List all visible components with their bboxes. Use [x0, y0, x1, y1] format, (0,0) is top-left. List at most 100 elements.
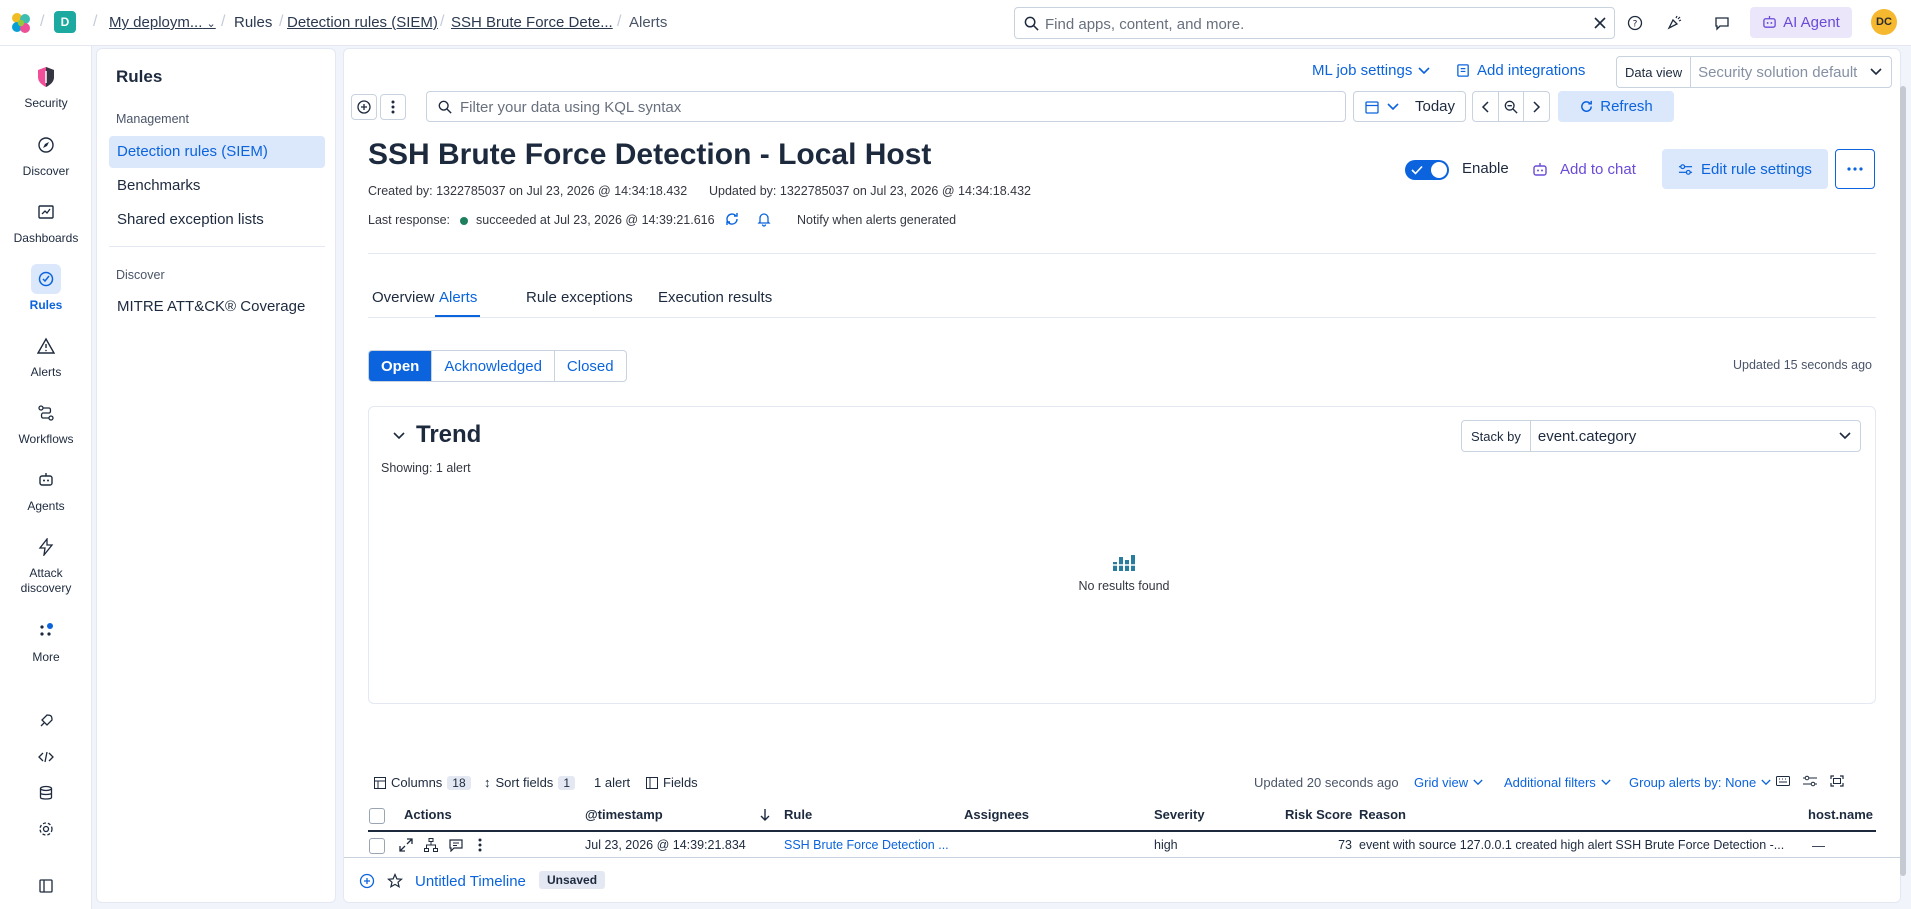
zoom-out-icon[interactable] [1499, 92, 1525, 121]
grid-view-button[interactable]: Grid view [1414, 775, 1483, 790]
sort-icon: ↕ [484, 775, 491, 790]
query-menu-button[interactable] [380, 94, 406, 120]
column-header-risk-score[interactable]: Risk Score [1285, 807, 1352, 822]
refresh-button[interactable]: Refresh [1558, 91, 1674, 122]
nav-alerts[interactable]: Alerts [0, 331, 92, 379]
column-header-rule[interactable]: Rule [784, 807, 812, 822]
dashboards-icon [31, 197, 61, 227]
alert-status-filter: Open Acknowledged Closed [368, 350, 627, 382]
row-checkbox[interactable] [369, 838, 385, 854]
notify-label: Notify when alerts generated [797, 213, 957, 227]
sec-item-benchmarks[interactable]: Benchmarks [109, 170, 325, 202]
vertical-dots-icon[interactable] [478, 838, 482, 852]
fields-button[interactable]: Fields [646, 775, 698, 790]
feedback-icon[interactable] [1710, 11, 1734, 35]
breadcrumb-deployment[interactable]: My deploym... ⌄ [109, 14, 216, 31]
breadcrumb-detection-rules[interactable]: Detection rules (SIEM) [287, 14, 438, 31]
star-icon[interactable] [387, 873, 403, 889]
tab-rule-exceptions[interactable]: Rule exceptions [526, 289, 633, 306]
add-filter-button[interactable] [351, 94, 377, 120]
add-to-chat-button[interactable]: Add to chat [1532, 161, 1636, 178]
collapse-nav-icon[interactable] [31, 871, 61, 901]
getting-started-icon[interactable] [31, 706, 61, 736]
nav-discover[interactable]: Discover [0, 130, 92, 178]
expand-icon[interactable] [399, 838, 413, 852]
plus-circle-icon[interactable] [359, 873, 375, 889]
display-settings-icon[interactable] [1803, 775, 1817, 787]
chevron-down-icon[interactable] [393, 432, 405, 440]
add-integrations-button[interactable]: Add integrations [1456, 62, 1585, 79]
column-header-host-name[interactable]: host.name [1808, 807, 1873, 822]
query-bar: Today Refresh [344, 84, 1900, 128]
stack-by-selector[interactable]: Stack by event.category [1461, 420, 1861, 452]
nav-rules[interactable]: Rules [0, 264, 92, 312]
help-icon[interactable]: ? [1623, 11, 1647, 35]
updated-by: Updated by: 1322785037 on Jul 23, 2026 @… [709, 184, 1031, 198]
column-header-severity[interactable]: Severity [1154, 807, 1205, 822]
close-icon[interactable] [1593, 16, 1607, 30]
analyze-event-icon[interactable] [424, 838, 438, 852]
columns-button[interactable]: Columns 18 [374, 775, 471, 790]
search-input[interactable] [1045, 13, 1565, 35]
enable-toggle[interactable] [1405, 160, 1449, 180]
refresh-icon[interactable] [724, 211, 740, 227]
sec-item-detection-rules[interactable]: Detection rules (SIEM) [109, 136, 325, 168]
ai-agent-button[interactable]: AI Agent [1750, 7, 1852, 38]
nav-agents[interactable]: Agents [0, 465, 92, 513]
select-all-checkbox[interactable] [369, 808, 385, 824]
bell-icon[interactable] [756, 211, 772, 227]
cell-rule-link[interactable]: SSH Brute Force Detection ... [784, 838, 949, 852]
sort-fields-button[interactable]: ↕ Sort fields 1 [484, 775, 575, 790]
nav-attack-discovery[interactable]: Attack discovery [0, 532, 92, 596]
nav-more[interactable]: More [0, 616, 92, 664]
nav-security[interactable]: Security [0, 62, 92, 110]
tab-overview[interactable]: Overview [372, 289, 435, 306]
nav-dashboards[interactable]: Dashboards [0, 197, 92, 245]
ml-job-settings-button[interactable]: ML job settings [1312, 62, 1430, 79]
dev-tools-icon[interactable] [31, 742, 61, 772]
elastic-logo[interactable] [9, 11, 33, 35]
calendar-icon [1365, 101, 1379, 114]
tab-alerts[interactable]: Alerts [439, 289, 477, 306]
check-icon [1411, 165, 1423, 175]
workflows-icon [31, 398, 61, 428]
nav-workflows[interactable]: Workflows [0, 398, 92, 446]
more-actions-button[interactable] [1835, 149, 1875, 189]
comment-icon[interactable] [449, 838, 463, 852]
kql-filter[interactable] [426, 91, 1346, 122]
sec-item-mitre-coverage[interactable]: MITRE ATT&CK® Coverage [109, 291, 325, 323]
chevron-left-icon[interactable] [1473, 92, 1499, 121]
user-avatar[interactable]: DC [1871, 9, 1897, 35]
chevron-right-icon[interactable] [1524, 92, 1549, 121]
status-open-button[interactable]: Open [369, 351, 433, 381]
status-acknowledged-button[interactable]: Acknowledged [432, 351, 555, 381]
column-header-reason[interactable]: Reason [1359, 807, 1406, 822]
additional-filters-button[interactable]: Additional filters [1504, 775, 1611, 790]
tab-execution-results[interactable]: Execution results [658, 289, 772, 306]
fullscreen-icon[interactable] [1830, 775, 1844, 787]
column-header-assignees[interactable]: Assignees [964, 807, 1029, 822]
page-scrollbar[interactable] [1899, 56, 1907, 896]
sort-descending-icon[interactable] [760, 808, 770, 822]
column-header-timestamp[interactable]: @timestamp [585, 807, 663, 822]
date-picker[interactable]: Today [1353, 91, 1466, 122]
space-avatar[interactable]: D [54, 11, 76, 33]
trend-showing: Showing: 1 alert [381, 461, 471, 475]
status-closed-button[interactable]: Closed [555, 351, 626, 381]
sec-item-shared-exception-lists[interactable]: Shared exception lists [109, 204, 325, 236]
agents-icon [31, 465, 61, 495]
breadcrumb-rule[interactable]: SSH Brute Force Dete... [451, 14, 613, 31]
attack-discovery-icon [31, 532, 61, 562]
data-management-icon[interactable] [31, 778, 61, 808]
breadcrumb-rules[interactable]: Rules [234, 14, 272, 31]
chevron-down-icon [1418, 66, 1430, 74]
kql-input[interactable] [460, 97, 1330, 117]
whats-new-icon[interactable] [1662, 11, 1686, 35]
timeline-title[interactable]: Untitled Timeline [415, 873, 526, 890]
enable-label: Enable [1462, 160, 1509, 177]
keyboard-icon[interactable] [1776, 775, 1790, 787]
edit-rule-settings-button[interactable]: Edit rule settings [1662, 149, 1828, 189]
group-alerts-button[interactable]: Group alerts by: None [1629, 775, 1771, 790]
global-search[interactable] [1014, 7, 1615, 39]
gear-icon[interactable] [31, 814, 61, 844]
